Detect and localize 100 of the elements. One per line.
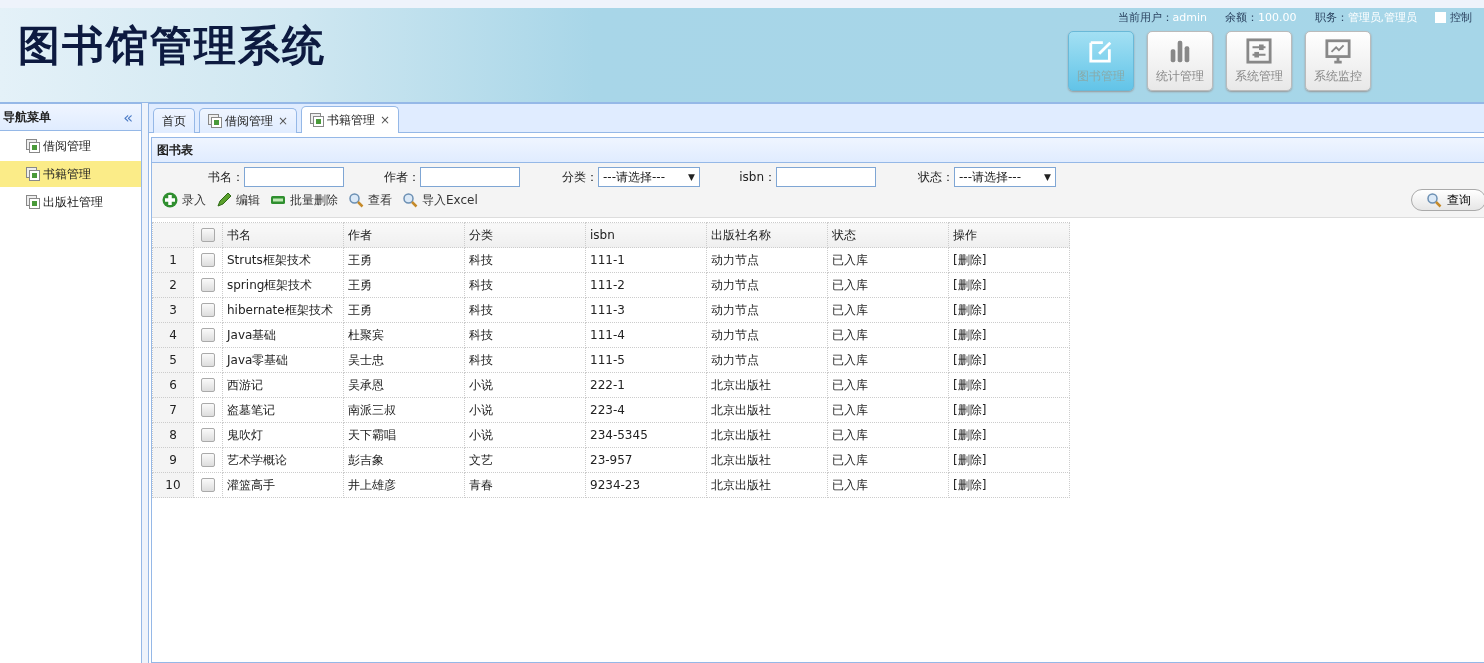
filter-label: 分类：: [562, 168, 598, 186]
input-field[interactable]: [420, 167, 520, 187]
table-cell: Struts框架技术: [227, 252, 311, 267]
toolbar-button[interactable]: 录入: [162, 191, 206, 209]
delete-link[interactable]: [删除]: [953, 427, 987, 442]
row-checkbox[interactable]: [201, 253, 215, 268]
row-checkbox[interactable]: [201, 453, 215, 468]
sidebar-item[interactable]: 借阅管理: [0, 133, 141, 159]
row-number: 8: [152, 422, 194, 448]
row-checkbox[interactable]: [201, 353, 215, 368]
delete-link[interactable]: [删除]: [953, 402, 987, 417]
table-cell: 文艺: [469, 452, 493, 467]
table-cell: hibernate框架技术: [227, 302, 333, 317]
table-cell: 灌篮高手: [227, 477, 275, 492]
table-cell: 已入库: [832, 352, 868, 367]
toolbar-button[interactable]: 编辑: [216, 191, 260, 209]
column-header[interactable]: 作者: [343, 222, 465, 248]
table-cell: 111-2: [590, 278, 625, 292]
column-header[interactable]: 状态: [827, 222, 949, 248]
delete-link[interactable]: [删除]: [953, 277, 987, 292]
table-cell: 223-4: [590, 403, 625, 417]
table-cell: 小说: [469, 427, 493, 442]
table-cell: 234-5345: [590, 428, 648, 442]
search-icon: [348, 192, 364, 208]
delete-link[interactable]: [删除]: [953, 352, 987, 367]
close-icon[interactable]: ×: [278, 114, 289, 128]
row-number: 1: [152, 247, 194, 273]
row-number: 10: [152, 472, 194, 498]
user-info: 职务：管理员,管理员: [1314, 9, 1417, 25]
tab[interactable]: 借阅管理 ×: [199, 108, 298, 133]
table-cell: 王勇: [348, 302, 372, 317]
table-cell: 天下霸唱: [348, 427, 396, 442]
row-number: 3: [152, 297, 194, 323]
table-cell: Java零基础: [227, 352, 289, 367]
row-number: 4: [152, 322, 194, 348]
column-header[interactable]: 分类: [464, 222, 586, 248]
column-header[interactable]: isbn: [585, 222, 707, 248]
user-info: 当前用户：admin: [1117, 9, 1207, 25]
tab[interactable]: 首页: [153, 108, 195, 133]
filter-label: 书名：: [208, 168, 244, 186]
row-number: 2: [152, 272, 194, 298]
page-icon: [26, 195, 40, 209]
column-header[interactable]: 出版社名称: [706, 222, 828, 248]
table-cell: 222-1: [590, 378, 625, 392]
select-field[interactable]: ---请选择--- ▼: [954, 167, 1056, 187]
delete-link[interactable]: [删除]: [953, 477, 987, 492]
table-cell: 北京出版社: [711, 377, 771, 392]
control-checkbox[interactable]: [1435, 11, 1446, 23]
table-cell: 井上雄彦: [348, 477, 396, 492]
input-field[interactable]: [776, 167, 876, 187]
toolbar-button[interactable]: 导入Excel: [402, 191, 478, 209]
row-number: 5: [152, 347, 194, 373]
row-checkbox[interactable]: [201, 303, 215, 318]
filter-label: isbn：: [739, 168, 776, 186]
table-cell: 科技: [469, 327, 493, 342]
table-cell: 盗墓笔记: [227, 402, 275, 417]
tab[interactable]: 书籍管理 ×: [301, 106, 400, 133]
delete-link[interactable]: [删除]: [953, 302, 987, 317]
table-cell: 青春: [469, 477, 493, 492]
delete-link[interactable]: [删除]: [953, 452, 987, 467]
delete-link[interactable]: [删除]: [953, 252, 987, 267]
app-title: 图书馆管理系统: [17, 20, 326, 72]
table-cell: 北京出版社: [711, 477, 771, 492]
select-field[interactable]: ---请选择--- ▼: [598, 167, 700, 187]
row-checkbox[interactable]: [201, 378, 215, 393]
table-cell: 王勇: [348, 277, 372, 292]
query-button[interactable]: 查询: [1411, 189, 1484, 211]
table-cell: 科技: [469, 352, 493, 367]
table-cell: Java基础: [227, 327, 277, 342]
table-cell: 鬼吹灯: [227, 427, 263, 442]
add-icon: [162, 192, 178, 208]
delete-link[interactable]: [删除]: [953, 327, 987, 342]
table-cell: 111-3: [590, 303, 625, 317]
row-checkbox[interactable]: [201, 278, 215, 293]
table-cell: 南派三叔: [348, 402, 396, 417]
input-field[interactable]: [244, 167, 344, 187]
row-checkbox[interactable]: [201, 403, 215, 418]
row-checkbox[interactable]: [201, 428, 215, 443]
sidebar-item[interactable]: 出版社管理: [0, 189, 141, 215]
table-cell: 动力节点: [711, 352, 759, 367]
delete-link[interactable]: [删除]: [953, 377, 987, 392]
sidebar-item[interactable]: 书籍管理: [0, 161, 141, 187]
user-info: 余额：100.00: [1225, 9, 1297, 25]
select-all-checkbox[interactable]: [201, 228, 215, 243]
sidebar-title: 导航菜单: [3, 108, 51, 126]
close-icon[interactable]: ×: [380, 113, 391, 127]
toolbar-button[interactable]: 批量删除: [270, 191, 338, 209]
row-checkbox[interactable]: [201, 478, 215, 493]
collapse-button[interactable]: «: [123, 107, 133, 127]
toolbar-button[interactable]: 查看: [348, 191, 392, 209]
table-cell: 已入库: [832, 302, 868, 317]
column-header[interactable]: 书名: [222, 222, 344, 248]
table-cell: 已入库: [832, 427, 868, 442]
page-icon: [310, 113, 325, 127]
column-header[interactable]: 操作: [948, 222, 1070, 248]
row-checkbox[interactable]: [201, 328, 215, 343]
table-cell: 动力节点: [711, 302, 759, 317]
row-number: 9: [152, 447, 194, 473]
page-icon: [26, 167, 40, 181]
table-cell: 动力节点: [711, 327, 759, 342]
